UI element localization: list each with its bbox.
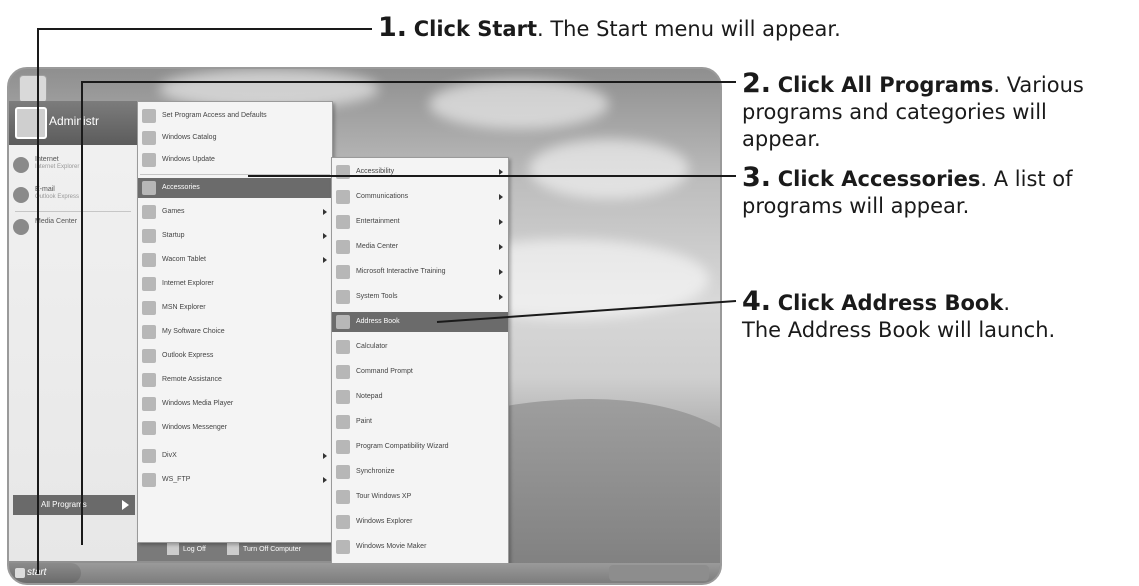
step-text-line: programs will appear. [742, 194, 970, 218]
callout-line-1 [37, 28, 372, 574]
step-3: 3. Click Accessories. A list of programs… [742, 164, 1073, 220]
step-number: 4. [742, 286, 772, 317]
step-text-line: The Address Book will launch. [742, 318, 1056, 342]
step-2: 2. Click All Programs. Various programs … [742, 70, 1084, 153]
step-text-line: programs and categories will [742, 100, 1047, 124]
step-action: Click Address Book [777, 291, 1004, 315]
step-action: Click Accessories [777, 167, 981, 191]
step-action: Click Start [413, 17, 537, 41]
step-text-line: appear. [742, 127, 821, 151]
step-text: . The Start menu will appear. [537, 17, 841, 41]
step-1: 1. Click Start. The Start menu will appe… [378, 14, 841, 43]
step-text: . [1003, 291, 1011, 315]
step-text: . Various [993, 73, 1084, 97]
step-number: 2. [742, 68, 772, 99]
callout-line-4 [436, 300, 737, 323]
step-4: 4. Click Address Book. The Address Book … [742, 288, 1055, 344]
step-number: 1. [378, 12, 408, 43]
step-action: Click All Programs [777, 73, 994, 97]
step-text: . A list of [980, 167, 1073, 191]
step-number: 3. [742, 162, 772, 193]
callout-line-2 [81, 81, 736, 545]
